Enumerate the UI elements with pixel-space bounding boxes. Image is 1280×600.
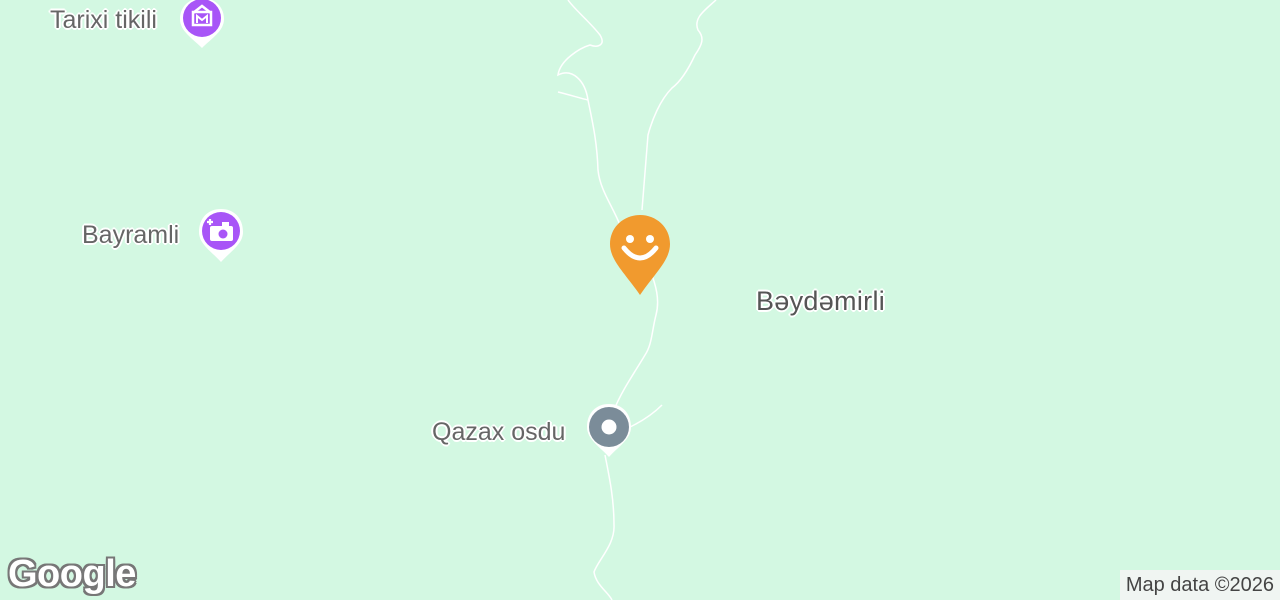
road-line [593, 454, 615, 600]
place-label-bayramli[interactable]: Bayramli [82, 221, 179, 250]
map-canvas[interactable]: Tarixi tikili Bayramli Bəydəmirli Qazax … [0, 0, 1280, 600]
road-line [641, 0, 717, 211]
road-network [557, 0, 717, 600]
road-line [557, 0, 621, 226]
place-label-tarixi-tikili[interactable]: Tarixi tikili [50, 6, 157, 35]
museum-icon[interactable] [177, 0, 227, 52]
camera-icon[interactable] [196, 207, 246, 265]
generic-pin-icon[interactable] [584, 402, 634, 460]
map-attribution[interactable]: Map data ©2026 [1119, 570, 1280, 600]
place-label-qazax-osdu[interactable]: Qazax osdu [432, 418, 565, 447]
smiley-icon[interactable] [606, 212, 676, 298]
road-line [557, 91, 589, 101]
google-logo[interactable]: Google [8, 553, 136, 596]
area-label-beydemirli[interactable]: Bəydəmirli [756, 286, 885, 317]
